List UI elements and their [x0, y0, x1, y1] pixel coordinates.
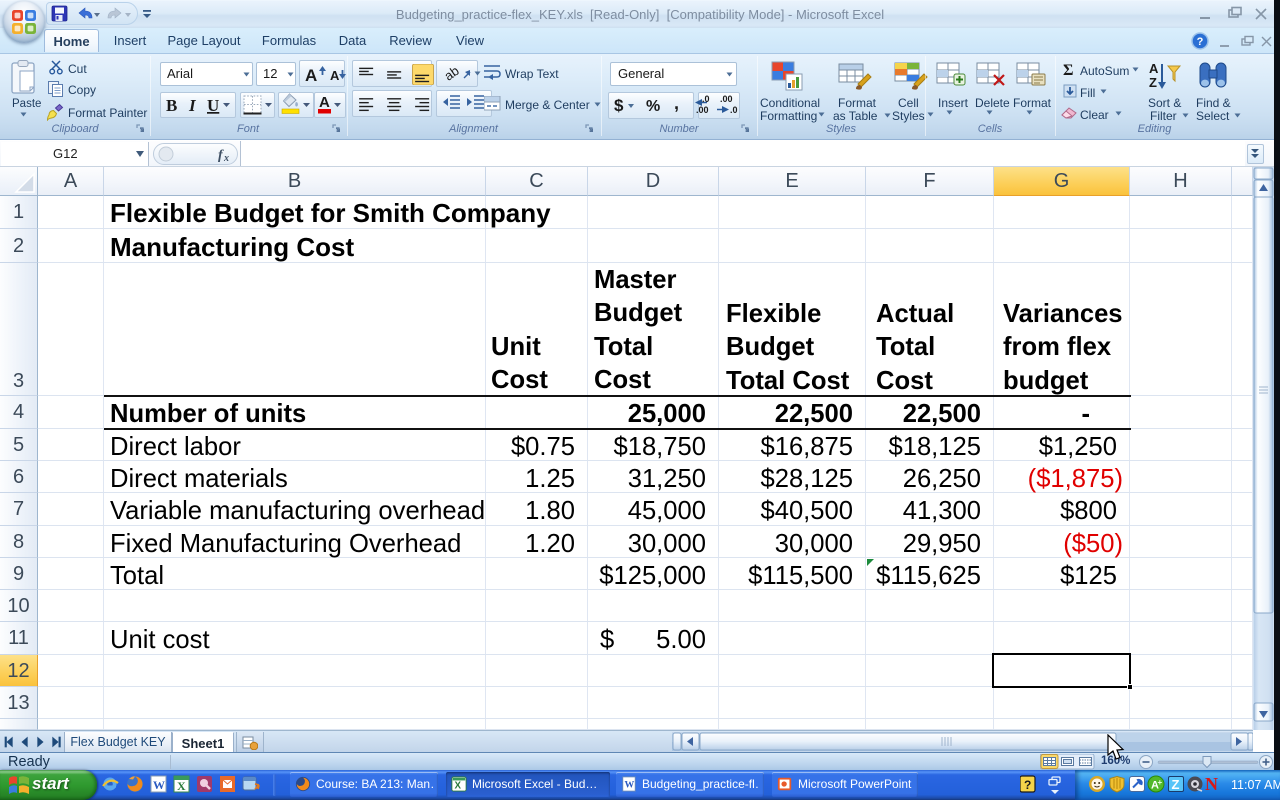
svg-text:A: A [1149, 61, 1159, 76]
svg-text:Σ: Σ [1063, 62, 1073, 77]
svg-text:%: % [646, 98, 660, 115]
svg-text:Z: Z [1149, 75, 1157, 90]
svg-text:.0: .0 [702, 94, 710, 104]
svg-text:,: , [674, 94, 679, 113]
svg-text:B: B [166, 96, 177, 115]
svg-text:?: ? [1197, 36, 1204, 48]
svg-text:I: I [188, 96, 197, 115]
svg-text:.00: .00 [696, 105, 709, 115]
svg-text:X: X [455, 780, 462, 791]
svg-text:Z: Z [1172, 777, 1180, 792]
svg-text:W: W [153, 778, 165, 792]
svg-text:X: X [177, 779, 186, 793]
svg-text:W: W [625, 780, 635, 791]
svg-text:A: A [319, 94, 330, 111]
svg-text:ab: ab [444, 63, 462, 84]
svg-text:+: + [1158, 778, 1163, 787]
svg-text:$: $ [614, 96, 624, 115]
svg-text:.00: .00 [720, 94, 733, 104]
svg-text:x: x [223, 153, 229, 163]
svg-text:U: U [207, 96, 219, 115]
svg-text:?: ? [1024, 778, 1031, 792]
svg-text:A: A [305, 66, 317, 85]
svg-text:.0: .0 [730, 105, 738, 115]
svg-text:N: N [1205, 774, 1218, 794]
svg-text:A: A [330, 68, 340, 83]
